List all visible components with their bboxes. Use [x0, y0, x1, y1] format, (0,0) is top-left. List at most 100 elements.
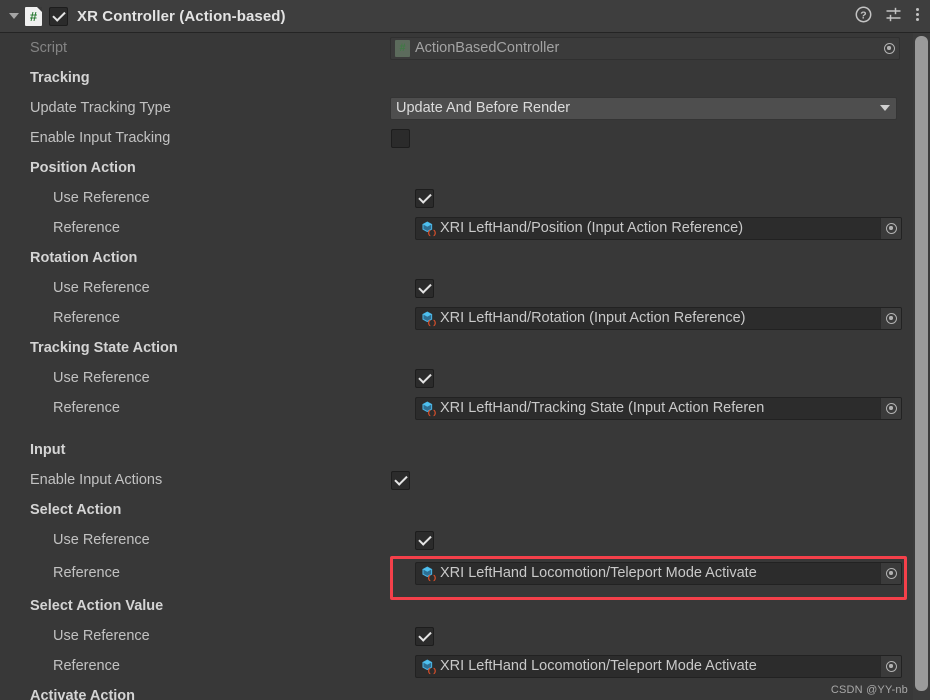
object-picker-icon[interactable]	[880, 307, 901, 329]
enable-input-tracking-checkbox[interactable]	[391, 128, 410, 148]
object-picker-icon[interactable]	[880, 655, 901, 677]
chevron-down-icon	[880, 105, 890, 111]
row-update-tracking-type: Update Tracking Type Update And Before R…	[0, 93, 930, 123]
triangle-down-icon	[9, 13, 19, 19]
checkmark-icon	[417, 627, 432, 642]
row-tracking-state-reference: Reference XRI LeftHand/Tracking State (I…	[0, 393, 930, 423]
enable-input-actions-label: Enable Input Actions	[30, 472, 163, 488]
row-select-value-use-reference: Use Reference	[0, 621, 930, 651]
checkmark-icon	[417, 531, 432, 546]
input-action-asset-icon	[418, 399, 437, 418]
rotation-reference-label: Reference	[53, 310, 120, 326]
scrollbar-thumb[interactable]	[915, 36, 928, 691]
row-rotation-reference: Reference XRI LeftHand/Rotation (Input A…	[0, 303, 930, 333]
row-tracking-state-use-reference: Use Reference	[0, 363, 930, 393]
script-object-field[interactable]: # ActionBasedController	[390, 36, 900, 60]
csharp-script-icon: #	[25, 6, 42, 26]
script-value: ActionBasedController	[415, 40, 560, 56]
component-title: XR Controller (Action-based)	[77, 7, 286, 25]
row-position-use-reference: Use Reference	[0, 183, 930, 213]
input-action-asset-icon	[418, 309, 437, 328]
tracking-state-reference-label: Reference	[53, 400, 120, 416]
row-select-value-reference: Reference XRI LeftHand Locomotion/Telepo…	[0, 651, 930, 681]
inspector-body: Script # ActionBasedController Tracking …	[0, 33, 930, 700]
tracking-state-action-header-label: Tracking State Action	[30, 340, 178, 356]
vertical-scrollbar[interactable]	[913, 33, 930, 700]
preset-settings-icon[interactable]	[885, 6, 902, 28]
checkmark-icon	[393, 471, 408, 486]
section-header-position-action: Position Action	[0, 153, 930, 183]
section-header-rotation-action: Rotation Action	[0, 243, 930, 273]
script-label: Script	[30, 40, 68, 56]
input-action-asset-icon	[418, 657, 437, 676]
row-select-reference: Reference XRI LeftHand Locomotion/Telepo…	[0, 555, 930, 591]
checkmark-icon	[417, 279, 432, 294]
tracking-state-reference-field[interactable]: XRI LeftHand/Tracking State (Input Actio…	[415, 396, 902, 420]
position-reference-value: XRI LeftHand/Position (Input Action Refe…	[440, 220, 744, 236]
section-header-tracking: Tracking	[0, 63, 930, 93]
row-enable-input-actions: Enable Input Actions	[0, 465, 930, 495]
position-reference-field[interactable]: XRI LeftHand/Position (Input Action Refe…	[415, 216, 902, 240]
section-header-select-action-value: Select Action Value	[0, 591, 930, 621]
row-rotation-use-reference: Use Reference	[0, 273, 930, 303]
csharp-hash-glyph: #	[29, 8, 38, 24]
select-reference-field[interactable]: XRI LeftHand Locomotion/Teleport Mode Ac…	[415, 561, 902, 585]
csharp-script-icon: #	[395, 39, 410, 57]
section-header-tracking-state-action: Tracking State Action	[0, 333, 930, 363]
rotation-use-reference-label: Use Reference	[53, 280, 150, 296]
help-icon[interactable]: ?	[855, 6, 872, 28]
update-tracking-type-label: Update Tracking Type	[30, 100, 171, 116]
foldout-triangle-icon[interactable]	[6, 8, 22, 24]
tracking-state-use-reference-label: Use Reference	[53, 370, 150, 386]
checkmark-icon	[51, 7, 66, 22]
checkmark-icon	[417, 369, 432, 384]
component-header: # XR Controller (Action-based) ?	[0, 0, 930, 33]
object-picker-icon[interactable]	[880, 217, 901, 239]
input-action-asset-icon	[418, 564, 437, 583]
row-position-reference: Reference XRI LeftHand/Position (Input A…	[0, 213, 930, 243]
select-action-value-header-label: Select Action Value	[30, 598, 164, 614]
update-tracking-type-value: Update And Before Render	[396, 100, 571, 116]
object-picker-icon[interactable]	[880, 562, 901, 584]
rotation-use-reference-checkbox[interactable]	[415, 278, 434, 298]
component-enabled-checkbox[interactable]	[49, 6, 68, 26]
row-select-use-reference: Use Reference	[0, 525, 930, 555]
select-value-reference-value: XRI LeftHand Locomotion/Teleport Mode Ac…	[440, 658, 757, 674]
tracking-state-reference-value: XRI LeftHand/Tracking State (Input Actio…	[440, 400, 765, 416]
enable-input-actions-checkbox[interactable]	[391, 470, 410, 490]
input-action-asset-icon	[418, 219, 437, 238]
tracking-header-label: Tracking	[30, 70, 90, 86]
section-header-activate-action: Activate Action	[0, 681, 930, 700]
activate-action-header-label: Activate Action	[30, 688, 136, 700]
select-value-reference-field[interactable]: XRI LeftHand Locomotion/Teleport Mode Ac…	[415, 654, 902, 678]
select-reference-label: Reference	[53, 565, 120, 581]
input-header-label: Input	[30, 442, 66, 458]
select-use-reference-label: Use Reference	[53, 532, 150, 548]
more-options-icon[interactable]	[915, 6, 920, 28]
row-enable-input-tracking: Enable Input Tracking	[0, 123, 930, 153]
update-tracking-type-dropdown[interactable]: Update And Before Render	[390, 96, 897, 120]
header-icon-group: ?	[855, 0, 920, 33]
select-action-header-label: Select Action	[30, 502, 122, 518]
object-picker-icon[interactable]	[880, 397, 901, 419]
position-use-reference-label: Use Reference	[53, 190, 150, 206]
select-use-reference-checkbox[interactable]	[415, 530, 434, 550]
select-value-reference-label: Reference	[53, 658, 120, 674]
rotation-reference-field[interactable]: XRI LeftHand/Rotation (Input Action Refe…	[415, 306, 902, 330]
rotation-reference-value: XRI LeftHand/Rotation (Input Action Refe…	[440, 310, 746, 326]
position-reference-label: Reference	[53, 220, 120, 236]
section-header-input: Input	[0, 435, 930, 465]
svg-text:?: ?	[860, 9, 866, 21]
select-value-use-reference-label: Use Reference	[53, 628, 150, 644]
enable-input-tracking-label: Enable Input Tracking	[30, 130, 171, 146]
object-picker-icon[interactable]	[879, 38, 899, 59]
select-value-use-reference-checkbox[interactable]	[415, 626, 434, 646]
section-header-select-action: Select Action	[0, 495, 930, 525]
select-reference-value: XRI LeftHand Locomotion/Teleport Mode Ac…	[440, 565, 757, 581]
tracking-state-use-reference-checkbox[interactable]	[415, 368, 434, 388]
row-script: Script # ActionBasedController	[0, 33, 930, 63]
position-action-header-label: Position Action	[30, 160, 136, 176]
checkmark-icon	[417, 189, 432, 204]
position-use-reference-checkbox[interactable]	[415, 188, 434, 208]
